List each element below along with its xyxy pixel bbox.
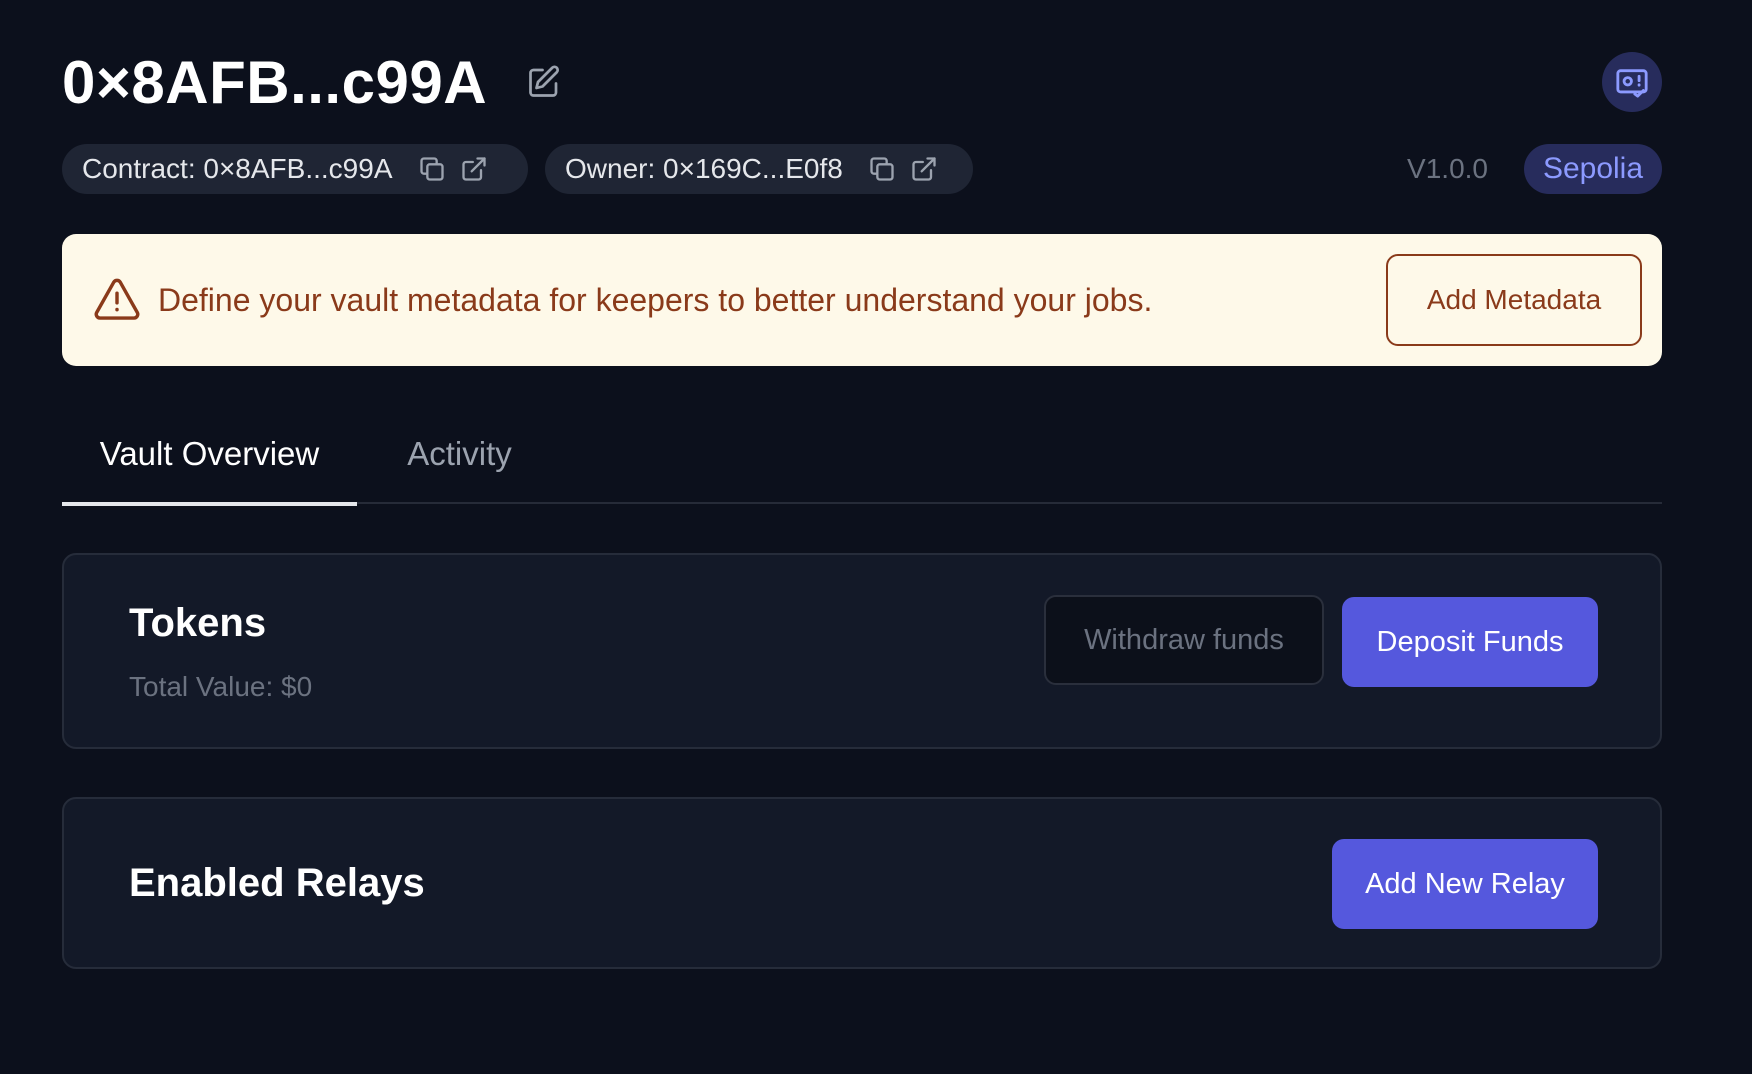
relays-card: Enabled Relays Add New Relay [62,797,1662,969]
external-link-icon [912,157,936,181]
warning-icon [94,278,140,320]
deposit-funds-button[interactable]: Deposit Funds [1342,597,1598,687]
tokens-title: Tokens [129,601,267,645]
copy-icon [419,157,444,181]
copy-contract-button[interactable] [415,152,449,186]
relays-title: Enabled Relays [129,861,425,905]
tokens-total-value: Total Value: $0 [129,671,313,702]
open-contract-explorer-button[interactable] [457,152,491,186]
add-new-relay-button[interactable]: Add New Relay [1332,839,1598,929]
external-link-icon [461,157,486,181]
metadata-warning-message: Define your vault metadata for keepers t… [158,282,1153,318]
contract-address: Contract: 0×8AFB...c99A [82,153,393,184]
owner-address-pill: Owner: 0×169C...E0f8 [545,144,973,194]
add-metadata-button[interactable]: Add Metadata [1386,254,1642,346]
vault-meta-row: Contract: 0×8AFB...c99A Owner: 0×169C...… [62,144,1662,194]
copy-icon [870,157,894,181]
network-badge: Sepolia [1524,144,1662,194]
vault-check-icon [1616,69,1648,98]
tokens-card: Tokens Total Value: $0 Withdraw funds De… [62,553,1662,749]
copy-owner-button[interactable] [865,152,899,186]
vault-tabs: Vault Overview Activity [62,404,1662,506]
contract-address-pill: Contract: 0×8AFB...c99A [62,144,528,194]
vault-status-button[interactable] [1602,52,1662,112]
withdraw-funds-button[interactable]: Withdraw funds [1044,595,1324,685]
edit-title-button[interactable] [524,62,564,102]
vault-version: V1.0.0 [1407,153,1488,184]
owner-address: Owner: 0×169C...E0f8 [565,153,843,184]
tab-activity[interactable]: Activity [387,404,532,504]
vault-title: 0×8AFB...c99A [62,49,488,116]
edit-icon [529,65,560,97]
open-owner-explorer-button[interactable] [907,152,941,186]
metadata-warning-banner: Define your vault metadata for keepers t… [62,234,1662,366]
vault-header: 0×8AFB...c99A [62,48,1662,118]
tab-vault-overview[interactable]: Vault Overview [62,404,357,506]
